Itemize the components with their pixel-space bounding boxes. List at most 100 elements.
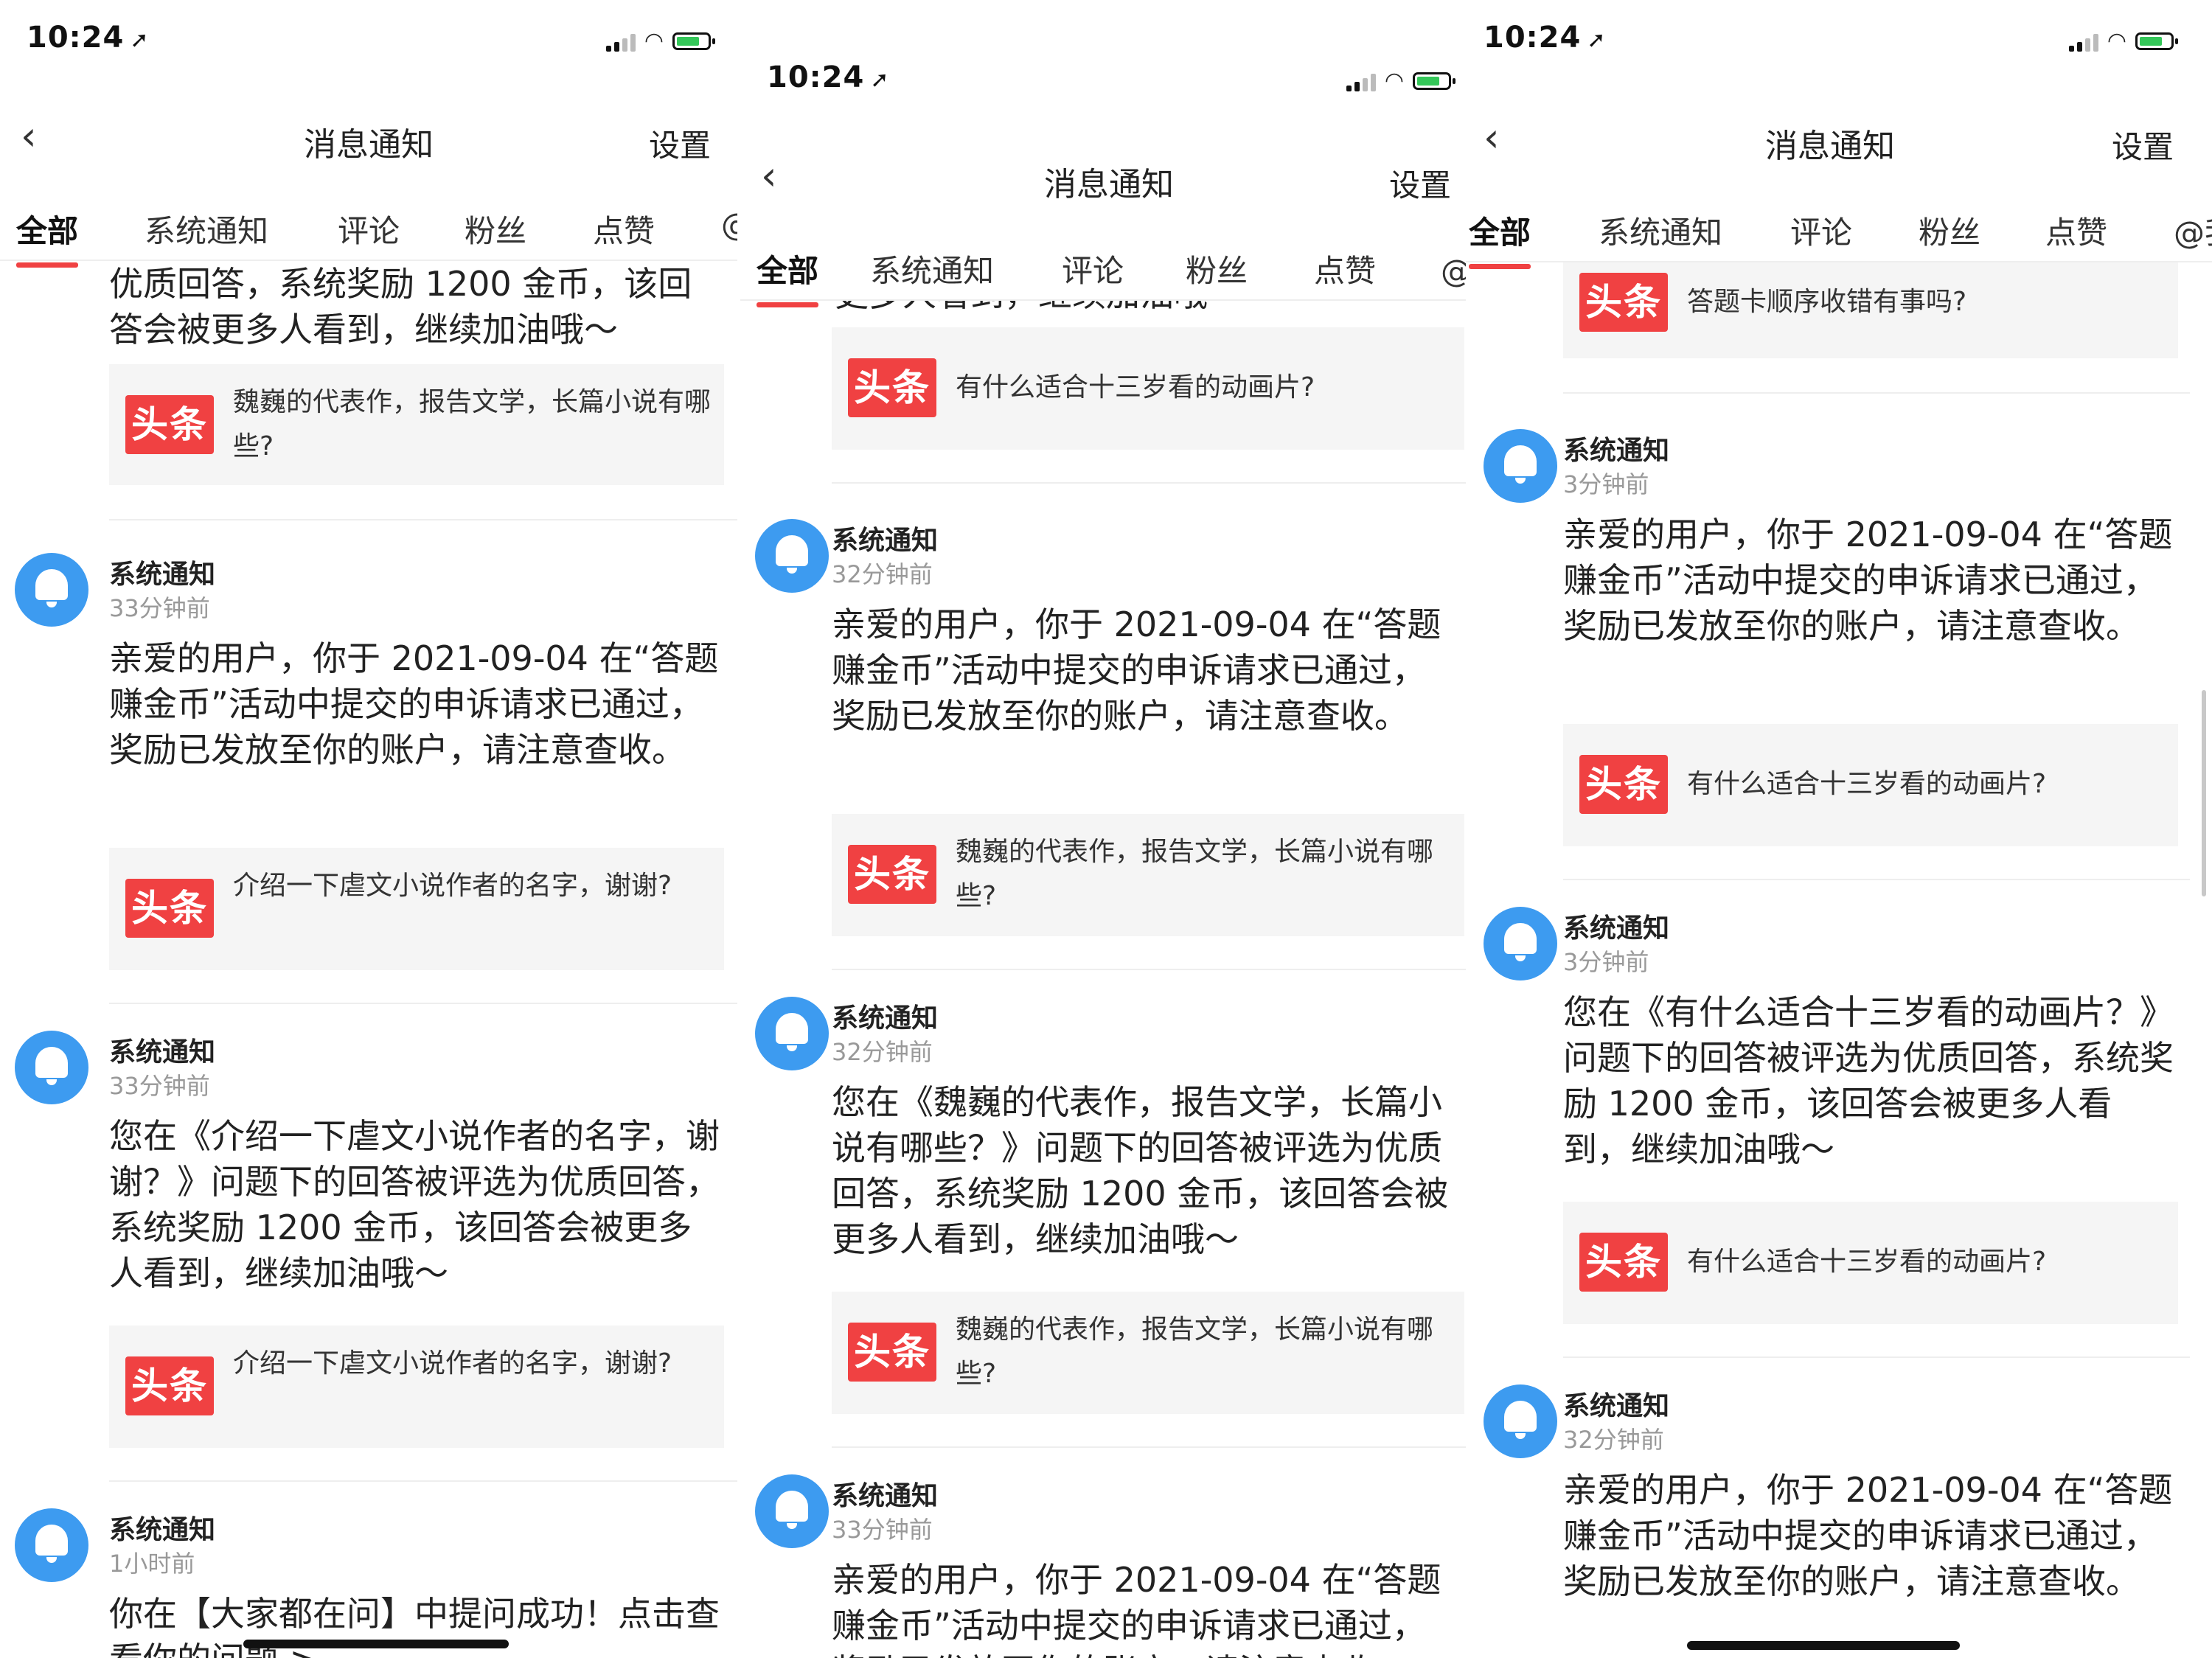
tab-bar: 全部 系统通知 评论 粉丝 点赞 @ (0, 193, 737, 268)
tab-likes[interactable]: 点赞 (1314, 246, 1376, 291)
cellular-signal-icon (2068, 31, 2098, 52)
timestamp: 3分钟前 (1563, 470, 1649, 498)
divider (109, 1003, 737, 1004)
battery-icon (672, 32, 715, 50)
question-title: 介绍一下虐文小说作者的名字，谢谢? (233, 871, 672, 901)
tab-system-notice[interactable]: 系统通知 (870, 246, 994, 291)
settings-button[interactable]: 设置 (1389, 161, 1451, 206)
question-card[interactable]: 头条 有什么适合十三岁看的动画片? (1563, 724, 2178, 846)
nav-bar: ‹ 消息通知 设置 (740, 143, 1478, 209)
timestamp: 32分钟前 (832, 560, 933, 588)
question-card[interactable]: 头条 介绍一下虐文小说作者的名字，谢谢? (109, 848, 724, 970)
bell-avatar-icon (1484, 429, 1557, 503)
sender-name: 系统通知 (832, 1481, 939, 1511)
question-card[interactable]: 头条 魏巍的代表作，报告文学，长篇小说有哪些? (832, 1292, 1464, 1414)
toutiao-logo: 头条 (1579, 755, 1668, 814)
question-title: 有什么适合十三岁看的动画片? (956, 372, 1315, 403)
tab-all[interactable]: 全部 (1469, 208, 1531, 269)
sender-name: 系统通知 (832, 1003, 939, 1034)
settings-button[interactable]: 设置 (2112, 122, 2174, 167)
timestamp: 33分钟前 (109, 594, 210, 622)
cellular-signal-icon (1346, 71, 1376, 91)
wifi-icon: ◠ (1384, 68, 1404, 94)
bell-avatar-icon (755, 519, 829, 593)
question-card[interactable]: 头条 有什么适合十三岁看的动画片? (832, 327, 1464, 450)
tab-mentions[interactable]: @ (721, 206, 737, 243)
page-title: 消息通知 (304, 126, 434, 164)
sender-name: 系统通知 (109, 560, 216, 590)
sender-name: 系统通知 (109, 1515, 216, 1545)
tab-fans[interactable]: 粉丝 (1919, 208, 1980, 253)
question-title: 介绍一下虐文小说作者的名字，谢谢? (233, 1348, 672, 1379)
bell-avatar-icon (755, 997, 829, 1070)
divider (1563, 879, 2190, 880)
question-title: 答题卡顺序收错有事吗? (1687, 287, 1967, 317)
home-indicator (243, 1640, 509, 1648)
sender-name: 系统通知 (1563, 1391, 1670, 1421)
tab-system-notice[interactable]: 系统通知 (1599, 208, 1722, 253)
tab-comments[interactable]: 评论 (338, 206, 400, 251)
tab-all[interactable]: 全部 (16, 206, 79, 268)
message-body: 您在《有什么适合十三岁看的动画片？》问题下的回答被评选为优质回答，系统奖励 12… (1563, 992, 2174, 1169)
message-body: 更多人看到，继续加油哦～ (835, 301, 1448, 317)
settings-button[interactable]: 设置 (649, 121, 711, 166)
tab-likes[interactable]: 点赞 (2045, 208, 2107, 253)
tab-all[interactable]: 全部 (757, 246, 819, 307)
bell-avatar-icon (15, 1031, 88, 1104)
divider (832, 969, 1478, 970)
question-card[interactable]: 头条 魏巍的代表作，报告文学，长篇小说有哪些? (109, 364, 724, 485)
message-list: 优质回答，系统奖励 1200 金币，该回答会被更多人看到，继续加油哦～ 头条 魏… (0, 261, 737, 1658)
location-arrow-icon: ➚ (870, 67, 890, 93)
toutiao-logo: 头条 (125, 879, 214, 938)
question-card[interactable]: 头条 答题卡顺序收错有事吗? (1563, 262, 2178, 358)
bell-avatar-icon (1484, 1384, 1557, 1458)
status-bar: 10:24 ➚ ◠ (740, 40, 1478, 121)
question-title: 魏巍的代表作，报告文学，长篇小说有哪些? (956, 837, 1434, 911)
toutiao-logo: 头条 (125, 395, 214, 454)
question-card[interactable]: 头条 介绍一下虐文小说作者的名字，谢谢? (109, 1326, 724, 1448)
scrollbar[interactable] (2202, 690, 2206, 896)
divider (832, 482, 1478, 484)
tab-comments[interactable]: 评论 (1790, 208, 1852, 253)
tab-likes[interactable]: 点赞 (593, 206, 655, 251)
message-body: 您在《魏巍的代表作，报告文学，长篇小说有哪些？》问题下的回答被评选为优质回答，系… (832, 1082, 1449, 1259)
tab-bar: 全部 系统通知 评论 粉丝 点赞 @我 (740, 233, 1478, 307)
location-arrow-icon: ➚ (130, 27, 150, 53)
divider (1563, 1356, 2190, 1358)
screenshot-panel-3: 10:24➚ ◠ ‹ 消息通知 设置 全部 系统通知 评论 粉丝 点赞 @我 头… (1466, 0, 2212, 1658)
question-card[interactable]: 头条 有什么适合十三岁看的动画片? (1563, 1202, 2178, 1324)
nav-bar: ‹ 消息通知 设置 (1466, 105, 2212, 171)
tab-mentions[interactable]: @我 (2174, 208, 2212, 253)
tab-bar: 全部 系统通知 评论 粉丝 点赞 @我 (1466, 195, 2212, 269)
tab-comments[interactable]: 评论 (1062, 246, 1124, 291)
sender-name: 系统通知 (1563, 913, 1670, 944)
sender-name: 系统通知 (832, 526, 939, 556)
divider (109, 1480, 737, 1482)
divider (1563, 392, 2190, 394)
bell-avatar-icon (755, 1474, 829, 1548)
message-body: 优质回答，系统奖励 1200 金币，该回答会被更多人看到，继续加油哦～ (109, 264, 692, 349)
sender-name: 系统通知 (109, 1037, 216, 1067)
toutiao-logo: 头条 (848, 358, 936, 417)
tab-fans[interactable]: 粉丝 (1186, 246, 1248, 291)
location-arrow-icon: ➚ (1587, 27, 1607, 53)
timestamp: 1小时前 (109, 1550, 195, 1578)
toutiao-logo: 头条 (1579, 1233, 1668, 1292)
bell-avatar-icon (15, 1508, 88, 1582)
timestamp: 3分钟前 (1563, 948, 1649, 976)
status-time: 10:24 ➚ (27, 21, 150, 55)
page-title: 消息通知 (1765, 128, 1895, 165)
tab-fans[interactable]: 粉丝 (465, 206, 526, 251)
status-bar: 10:24 ➚ ◠ (0, 0, 737, 81)
question-card[interactable]: 头条 魏巍的代表作，报告文学，长篇小说有哪些? (832, 814, 1464, 936)
toutiao-logo: 头条 (848, 1323, 936, 1382)
battery-icon (2135, 32, 2178, 50)
message-body: 亲爱的用户，你于 2021-09-04 在“答题赚金币”活动中提交的申诉请求已通… (832, 605, 1441, 736)
battery-icon (1413, 72, 1455, 90)
tab-system-notice[interactable]: 系统通知 (145, 206, 268, 251)
message-body: 您在《介绍一下虐文小说作者的名字，谢谢？》问题下的回答被评选为优质回答，系统奖励… (109, 1116, 720, 1293)
timestamp: 32分钟前 (1563, 1426, 1664, 1454)
timestamp: 33分钟前 (109, 1072, 210, 1100)
status-bar: 10:24 ➚ ◠ (1466, 0, 2212, 81)
question-title: 魏巍的代表作，报告文学，长篇小说有哪些? (233, 387, 712, 461)
